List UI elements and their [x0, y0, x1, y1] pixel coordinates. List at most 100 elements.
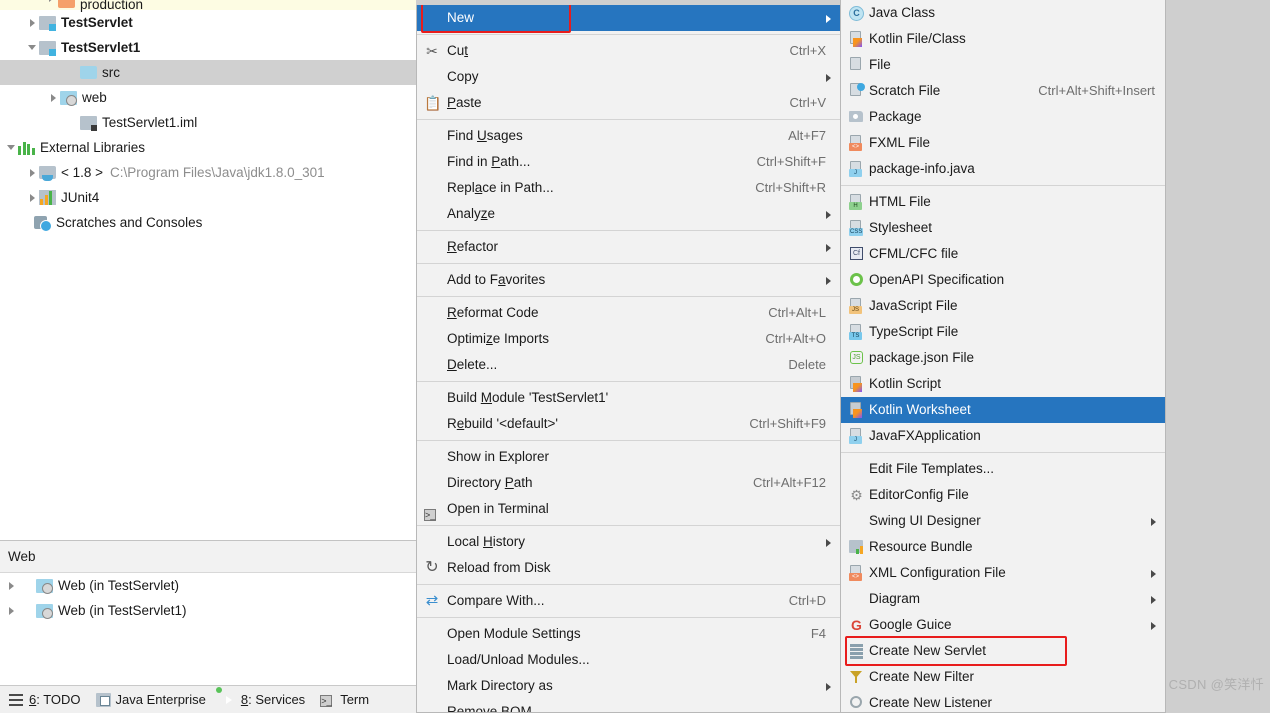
- fxml-file-icon: <>: [844, 130, 869, 156]
- tree-row[interactable]: TestServlet: [0, 10, 416, 35]
- new-submenu[interactable]: C Java Class Kotlin File/Class File Scratch …: [840, 0, 1166, 713]
- menu-item-optimize-imports[interactable]: Optimize Imports Ctrl+Alt+O: [417, 326, 840, 352]
- servlet-icon: [849, 643, 864, 659]
- submenu-item-typescript-file[interactable]: TS TypeScript File: [841, 319, 1165, 345]
- expand-arrow-icon[interactable]: [4, 573, 18, 598]
- submenu-item-diagram[interactable]: Diagram: [841, 586, 1165, 612]
- submenu-item-swing-ui-designer[interactable]: Swing UI Designer: [841, 508, 1165, 534]
- submenu-item-label: Scratch File: [869, 83, 941, 98]
- submenu-item-html-file[interactable]: H HTML File: [841, 189, 1165, 215]
- submenu-item-package[interactable]: Package: [841, 104, 1165, 130]
- submenu-item-label: Diagram: [869, 591, 921, 606]
- kotlin-script-icon: [844, 371, 869, 397]
- submenu-item-scratch-file[interactable]: Scratch File Ctrl+Alt+Shift+Insert: [841, 78, 1165, 104]
- menu-item-show-in-explorer[interactable]: Show in Explorer: [417, 444, 840, 470]
- submenu-arrow-icon: [826, 74, 831, 82]
- submenu-item-stylesheet[interactable]: CSS Stylesheet: [841, 215, 1165, 241]
- menu-item-refactor[interactable]: Refactor: [417, 234, 840, 260]
- submenu-item-create-new-listener[interactable]: Create New Listener: [841, 690, 1165, 712]
- submenu-item-kotlin-worksheet[interactable]: Kotlin Worksheet: [841, 397, 1165, 423]
- menu-item-rebuild-default[interactable]: Rebuild '<default>' Ctrl+Shift+F9: [417, 411, 840, 437]
- menu-item-cut[interactable]: ✂ Cut Ctrl+X: [417, 38, 840, 64]
- submenu-item-file[interactable]: File: [841, 52, 1165, 78]
- collapse-arrow-icon[interactable]: [25, 35, 39, 60]
- expand-arrow-icon[interactable]: [25, 160, 39, 185]
- expand-arrow-icon[interactable]: [4, 598, 18, 623]
- menu-item-open-module-settings[interactable]: Open Module Settings F4: [417, 621, 840, 647]
- menu-item-label: Open Module Settings: [447, 626, 581, 641]
- menu-item-remove-bom[interactable]: Remove BOM: [417, 699, 840, 712]
- google-icon: G: [844, 612, 869, 638]
- submenu-item-kotlin-script[interactable]: Kotlin Script: [841, 371, 1165, 397]
- list-item[interactable]: Web (in TestServlet1): [0, 598, 416, 623]
- menu-item-open-in-terminal[interactable]: >_ Open in Terminal: [417, 496, 840, 522]
- menu-item-copy[interactable]: Copy: [417, 64, 840, 90]
- todo-icon: [9, 692, 24, 707]
- tree-row[interactable]: Scratches and Consoles: [0, 210, 416, 235]
- tree-row[interactable]: TestServlet1: [0, 35, 416, 60]
- project-context-menu[interactable]: New ✂ Cut Ctrl+X Copy 📋 Paste Ctrl+V Find Usages…: [416, 5, 841, 713]
- menu-item-reformat-code[interactable]: Reformat Code Ctrl+Alt+L: [417, 300, 840, 326]
- tree-row[interactable]: web: [0, 85, 416, 110]
- menu-item-load-unload-modules[interactable]: Load/Unload Modules...: [417, 647, 840, 673]
- submenu-item-label: XML Configuration File: [869, 565, 1006, 580]
- menu-item-reload-from-disk[interactable]: ↻ Reload from Disk: [417, 555, 840, 581]
- expand-arrow-icon[interactable]: [25, 185, 39, 210]
- xml-file-icon: <>: [844, 560, 869, 586]
- menu-item-build-module-testservlet1[interactable]: Build Module 'TestServlet1': [417, 385, 840, 411]
- menu-item-find-usages[interactable]: Find Usages Alt+F7: [417, 123, 840, 149]
- collapse-arrow-icon[interactable]: [4, 135, 18, 160]
- file-icon: [844, 52, 869, 78]
- list-item[interactable]: Web (in TestServlet): [0, 573, 416, 598]
- submenu-item-fxml-file[interactable]: <> FXML File: [841, 130, 1165, 156]
- submenu-item-package-info-java[interactable]: Jpackage-info.java: [841, 156, 1165, 182]
- tree-row[interactable]: JUnit4: [0, 185, 416, 210]
- listener-icon: [844, 690, 869, 712]
- web-module-list[interactable]: Web (in TestServlet) Web (in TestServlet1…: [0, 573, 416, 623]
- expand-arrow-icon[interactable]: [46, 85, 60, 110]
- statusbar-item-term[interactable]: >_ Term: [318, 692, 378, 707]
- submenu-item-package-json-file[interactable]: JS package.json File: [841, 345, 1165, 371]
- submenu-item-edit-file-templates[interactable]: Edit File Templates...: [841, 456, 1165, 482]
- submenu-item-cfml-cfc-file[interactable]: Cf CFML/CFC file: [841, 241, 1165, 267]
- menu-item-analyze[interactable]: Analyze: [417, 201, 840, 227]
- menu-item-delete[interactable]: Delete... Delete: [417, 352, 840, 378]
- tree-row[interactable]: < 1.8 > C:\Program Files\Java\jdk1.8.0_30…: [0, 160, 416, 185]
- menu-item-new[interactable]: New: [417, 5, 840, 31]
- cfml-file-icon: Cf: [844, 241, 869, 267]
- submenu-item-create-new-servlet[interactable]: Create New Servlet: [841, 638, 1165, 664]
- menu-item-add-to-favorites[interactable]: Add to Favorites: [417, 267, 840, 293]
- tree-row[interactable]: TestServlet1.iml: [0, 110, 416, 135]
- statusbar-item-8-services[interactable]: 8: Services: [219, 692, 314, 707]
- menu-item-paste[interactable]: 📋 Paste Ctrl+V: [417, 90, 840, 116]
- submenu-item-google-guice[interactable]: G Google Guice: [841, 612, 1165, 638]
- submenu-item-openapi-specification[interactable]: OpenAPI Specification: [841, 267, 1165, 293]
- tree-row[interactable]: production: [0, 0, 416, 11]
- submenu-item-javascript-file[interactable]: JS JavaScript File: [841, 293, 1165, 319]
- submenu-item-resource-bundle[interactable]: Resource Bundle: [841, 534, 1165, 560]
- expand-arrow-icon[interactable]: [25, 10, 39, 35]
- submenu-item-xml-configuration-file[interactable]: <> XML Configuration File: [841, 560, 1165, 586]
- submenu-item-kotlin-file-class[interactable]: Kotlin File/Class: [841, 26, 1165, 52]
- project-tree-panel[interactable]: production TestServlet TestServlet1 src web T…: [0, 0, 416, 540]
- status-bar[interactable]: 6: TODO Java Enterprise 8: Services >_ Term: [0, 685, 416, 713]
- expand-arrow-icon[interactable]: [44, 0, 58, 10]
- reload-icon: ↻: [419, 555, 445, 581]
- submenu-item-label: package.json File: [869, 350, 975, 365]
- statusbar-item-java-enterprise[interactable]: Java Enterprise: [94, 692, 215, 707]
- submenu-item-create-new-filter[interactable]: Create New Filter: [841, 664, 1165, 690]
- menu-item-directory-path[interactable]: Directory Path Ctrl+Alt+F12: [417, 470, 840, 496]
- submenu-item-java-class[interactable]: C Java Class: [841, 0, 1165, 26]
- menu-item-mark-directory-as[interactable]: Mark Directory as: [417, 673, 840, 699]
- statusbar-item-6-todo[interactable]: 6: TODO: [7, 692, 90, 707]
- menu-item-local-history[interactable]: Local History: [417, 529, 840, 555]
- tree-row[interactable]: src: [0, 60, 416, 85]
- menu-item-find-in-path[interactable]: Find in Path... Ctrl+Shift+F: [417, 149, 840, 175]
- menu-item-replace-in-path[interactable]: Replace in Path... Ctrl+Shift+R: [417, 175, 840, 201]
- submenu-item-editorconfig-file[interactable]: ⚙ EditorConfig File: [841, 482, 1165, 508]
- cut-icon: ✂: [419, 38, 445, 64]
- tree-row[interactable]: External Libraries: [0, 135, 416, 160]
- submenu-item-javafxapplication[interactable]: J JavaFXApplication: [841, 423, 1165, 449]
- menu-item-compare-with[interactable]: ⇄ Compare With... Ctrl+D: [417, 588, 840, 614]
- web-tool-window[interactable]: Web Web (in TestServlet) Web (in TestServ…: [0, 540, 416, 685]
